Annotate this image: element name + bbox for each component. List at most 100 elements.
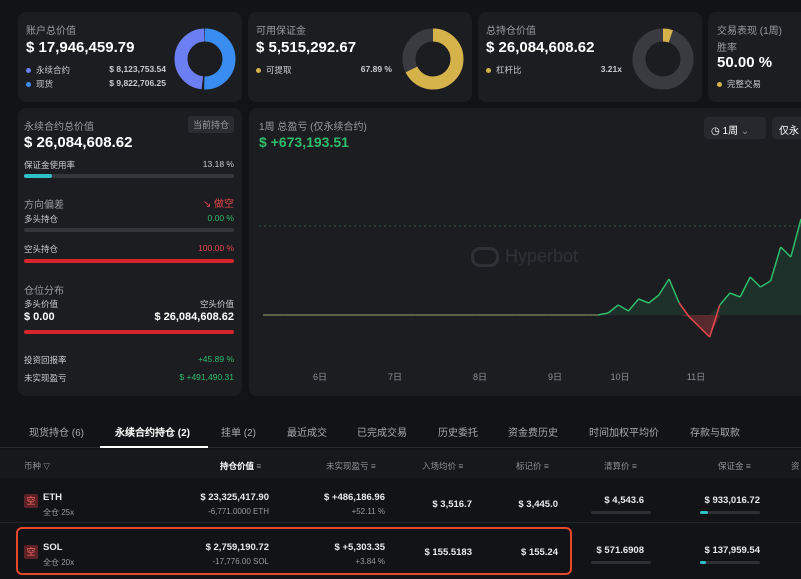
tab-deposits-withdrawals[interactable]: 存款与取款 [690,424,740,439]
sort-icon[interactable]: ≡ [544,461,549,471]
liquidation-price: $ 4,543.6 [604,495,644,506]
position-donut-chart [632,28,694,90]
liquidation-price: $ 571.6908 [596,545,644,556]
short-value: $ 26,084,608.62 [154,311,234,323]
position-size: -17,776.00 SOL [212,557,269,566]
account-value-label: 账户总价值 [26,26,76,37]
margin-value: $ 137,959.54 [704,545,760,556]
x-tick-label: 6日 [313,372,327,382]
header-entry[interactable]: 入场均价 ≡ [422,460,463,472]
trading-card: 交易表现 (1周) 胜率 50.00 % 完整交易 [708,12,801,102]
short-position-label: 空头持仓 [24,244,59,254]
entry-price: $ 155.5183 [424,547,472,558]
tab-perp-positions[interactable]: 永续合约持仓 (2) [115,424,190,439]
x-tick-label: 11日 [687,372,705,382]
filter-icon[interactable]: ▽ [43,461,50,471]
margin-gauge [700,561,760,564]
x-tick-label: 9日 [548,372,562,382]
header-position-value[interactable]: 持仓价值 ≡ [220,460,261,472]
margin-gauge [700,511,760,514]
mark-price: $ 155.24 [521,547,558,558]
margin-gauge-fill [700,511,708,514]
perp-total-value: $ 26,084,608.62 [24,134,133,151]
header-liq[interactable]: 清算价 ≡ [604,460,637,472]
header-funding[interactable]: 资 [791,460,800,472]
header-upnl[interactable]: 未实现盈亏 ≡ [326,460,376,472]
short-position-pct: 100.00 % [198,243,234,253]
withdrawable-row: 可提取 67.89 % [256,64,392,76]
short-value-label: 空头价值 [199,299,234,309]
entry-price: $ 3,516.7 [432,499,472,510]
tab-twap[interactable]: 时间加权平均价 [589,424,659,439]
mark-price: $ 3,445.0 [518,499,558,510]
margin-donut-chart [402,28,464,90]
margin-value: $ 5,515,292.67 [256,39,357,56]
header-margin[interactable]: 保证金 ≡ [718,460,751,472]
table-row[interactable] [0,479,801,523]
tab-completed-trades[interactable]: 已完成交易 [357,424,407,439]
long-position-bar [24,228,234,232]
sort-icon[interactable]: ≡ [746,461,751,471]
coin-name[interactable]: SOL [43,542,63,553]
long-value-label: 多头价值 [24,299,59,309]
winrate-label: 胜率 [717,43,737,54]
margin-label: 可用保证金 [256,26,306,37]
leverage-row: 杠杆比 3.21x [486,64,622,76]
upnl-value: $ +5,303.35 [334,542,385,553]
tab-open-orders[interactable]: 挂单 (2) [221,424,256,439]
long-position-pct: 0.00 % [207,213,234,223]
position-label: 总持仓价值 [486,26,536,37]
active-tab-underline [100,446,208,448]
account-value-card: 账户总价值 $ 17,946,459.79 永续合约 $ 8,123,753.5… [18,12,242,102]
perp-total-label: 永续合约总价值 [24,122,94,133]
direction-value: ↘ 做空 [202,199,234,210]
header-mark[interactable]: 标记价 ≡ [516,460,549,472]
perp-summary-card: 永续合约总价值 当前持仓 $ 26,084,608.62 保证金使用率 13.1… [18,108,242,396]
account-donut-chart [174,28,236,90]
sort-icon[interactable]: ≡ [371,461,376,471]
tab-funding-history[interactable]: 资金费历史 [508,424,558,439]
header-coin[interactable]: 币种 ▽ [24,460,50,472]
liquidation-gauge [591,561,651,564]
margin-usage-fill [24,174,52,178]
position-card: 总持仓价值 $ 26,084,608.62 杠杆比 3.21x [478,12,702,102]
pnl-line-chart: 6日 7日 8日 9日 10日 11日 [259,218,801,382]
account-value: $ 17,946,459.79 [26,39,135,56]
distribution-bar [24,330,234,334]
tab-recent-fills[interactable]: 最近成交 [287,424,327,439]
margin-card: 可用保证金 $ 5,515,292.67 可提取 67.89 % [248,12,472,102]
complete-trades-row: 完整交易 [717,78,761,90]
pnl-chart-card: 1周 总盈亏 (仅永续合约) $ +673,193.51 ◷ 1周 ⌄ 仅永 H… [249,108,801,396]
current-position-badge[interactable]: 当前持仓 [187,116,234,133]
account-perp-row: 永续合约 $ 8,123,753.54 [26,64,166,76]
position-value: $ 2,759,190.72 [205,542,269,553]
margin-usage-label: 保证金使用率 [24,160,76,170]
sort-icon[interactable]: ≡ [256,461,261,471]
upnl-value: $ +486,186.96 [323,492,385,503]
upnl-pct: +52.11 % [351,507,385,516]
coin-mode: 全仓 25x [43,508,75,517]
position-value: $ 26,084,608.62 [486,39,595,56]
liquidation-gauge [591,511,651,514]
leverage-dot-icon [486,68,491,74]
distribution-label: 仓位分布 [24,286,64,297]
x-tick-label: 8日 [473,372,487,382]
trading-label: 交易表现 (1周) [717,26,782,37]
upnl-pct: +3.84 % [355,557,385,566]
margin-gauge-fill [700,561,706,564]
sort-icon[interactable]: ≡ [458,461,463,471]
complete-trades-dot-icon [717,82,722,88]
coin-mode: 全仓 20x [43,558,75,567]
spot-dot-icon [26,82,31,88]
withdrawable-dot-icon [256,68,261,74]
sort-icon[interactable]: ≡ [632,461,637,471]
winrate-value: 50.00 % [717,54,773,71]
tab-order-history[interactable]: 历史委托 [438,424,478,439]
account-spot-row: 现货 $ 9,822,706.25 [26,78,166,90]
long-value: $ 0.00 [24,311,55,323]
long-position-label: 多头持仓 [24,214,59,224]
x-tick-label: 7日 [388,372,402,382]
table-header [0,450,801,478]
coin-name[interactable]: ETH [43,492,62,503]
tab-spot-positions[interactable]: 现货持仓 (6) [29,424,84,439]
